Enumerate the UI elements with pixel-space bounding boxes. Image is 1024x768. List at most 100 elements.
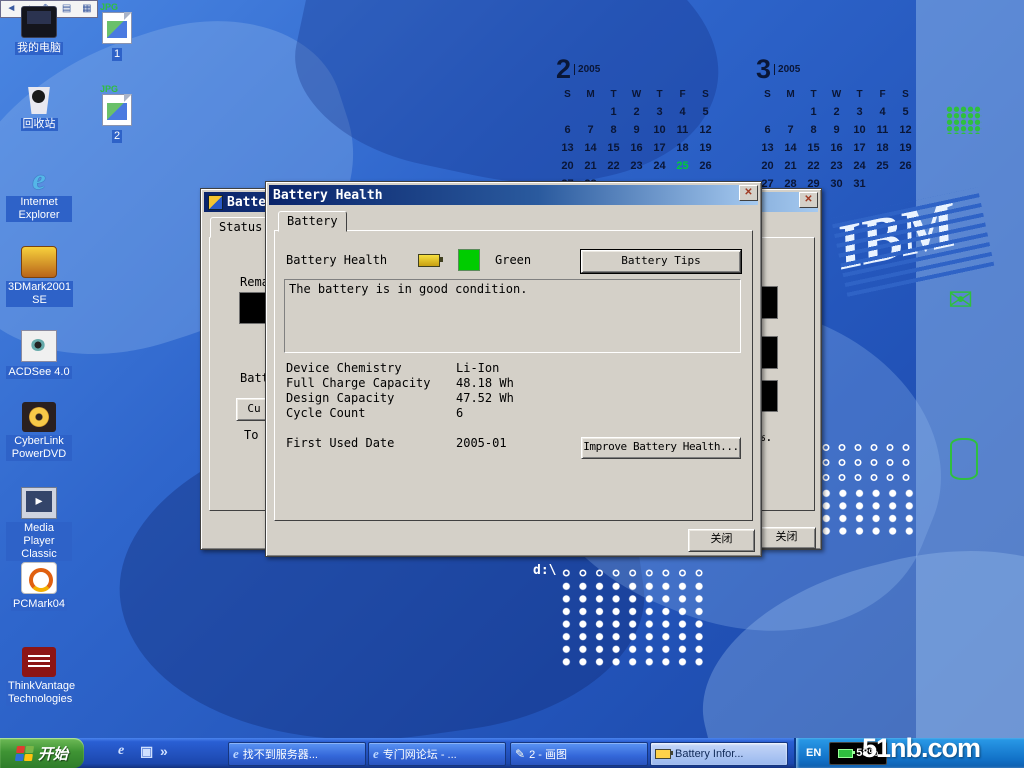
desktop-icon-media-player-classic[interactable]: Media Player Classic	[6, 487, 72, 562]
desktop-icon-label: PCMark04	[11, 598, 67, 611]
battery-icon	[838, 749, 853, 758]
battery-icon	[655, 749, 671, 759]
envelope-icon: ✉	[948, 286, 973, 316]
language-indicator[interactable]: EN	[806, 747, 821, 759]
windows-flag-icon	[15, 746, 34, 761]
desktop-icon-3dmark2001[interactable]: 3DMark2001 SE	[6, 246, 72, 308]
calendar-day: 14	[779, 141, 802, 155]
wallpaper-dot-grid	[818, 440, 914, 485]
calendar-day: 1	[602, 105, 625, 119]
calendar-day: 13	[756, 141, 779, 155]
calendar-day: 17	[648, 141, 671, 155]
field-label: Design Capacity	[286, 391, 394, 405]
desktop-icon-thinkvantage[interactable]: ThinkVantage Technologies	[6, 647, 72, 707]
calendar-day: 7	[579, 123, 602, 137]
close-icon[interactable]	[739, 185, 758, 201]
quicklaunch-overflow-icon[interactable]: »	[160, 743, 168, 759]
calendar-day: 19	[894, 141, 917, 155]
jpg-file-icon	[102, 94, 132, 126]
desktop-icon-acdsee[interactable]: ACDSee 4.0	[6, 330, 72, 380]
watermark: 51nb.com	[862, 733, 980, 764]
desktop-icon-internet-explorer[interactable]: Internet Explorer	[6, 163, 72, 223]
desktop-icon-label: ThinkVantage Technologies	[6, 680, 74, 706]
calendar-day-header: S	[894, 88, 917, 101]
wallpaper-dot-grid	[558, 580, 710, 666]
recycle-bin-icon	[22, 84, 56, 114]
battery-tips-button[interactable]: Battery Tips	[581, 250, 741, 273]
calendar-day: 3	[648, 105, 671, 119]
close-icon[interactable]	[799, 192, 818, 208]
calendar-day: 7	[779, 123, 802, 137]
calendar-day: 15	[602, 141, 625, 155]
calendar-title: 22005	[556, 54, 720, 84]
show-desktop-icon[interactable]: ▣	[140, 743, 153, 760]
calendar-day: 19	[694, 141, 717, 155]
battery-health-dialog[interactable]: Battery Health Battery Battery Health Gr…	[265, 181, 762, 557]
powerdvd-icon	[22, 402, 56, 432]
calendar-day: 20	[756, 159, 779, 173]
calendar-day: 11	[671, 123, 694, 137]
wallpaper-dot-grid	[818, 487, 914, 535]
desktop-icon-label: ACDSee 4.0	[6, 366, 71, 379]
calendar-day: 25	[871, 159, 894, 173]
task-label: Battery Infor...	[675, 748, 743, 760]
taskbar-task-battery-information[interactable]: Battery Infor...	[650, 742, 788, 766]
desktop-icon-file-1[interactable]: JPG 1	[86, 2, 148, 62]
wallpaper-dot-row	[558, 566, 710, 580]
desktop-icon-pcmark04[interactable]: PCMark04	[6, 562, 72, 612]
tab-status[interactable]: Status	[210, 217, 271, 238]
calendar-day: 21	[779, 159, 802, 173]
start-button[interactable]: 开始	[0, 738, 84, 768]
ie-quicklaunch-icon[interactable]: e	[118, 743, 124, 759]
calendar-day-header: T	[648, 88, 671, 101]
desktop-icon-my-computer[interactable]: 我的电脑	[6, 6, 72, 56]
desktop-icon-recycle-bin[interactable]: 回收站	[6, 84, 72, 132]
calendar-day: 9	[625, 123, 648, 137]
calendar-day: 6	[556, 123, 579, 137]
calendar-day: 9	[825, 123, 848, 137]
desktop-icon-powerdvd[interactable]: CyberLink PowerDVD	[6, 402, 72, 462]
acdsee-icon	[21, 330, 57, 362]
taskbar-task-paint[interactable]: 2 - 画图	[510, 742, 648, 766]
wallpaper-right-strip	[916, 0, 1024, 738]
taskbar-task-server-not-found[interactable]: 找不到服务器...	[228, 742, 366, 766]
calendar-day: 8	[602, 123, 625, 137]
calendar-march: 32005 SMTWTFS 12345678910111213141516171…	[756, 54, 920, 192]
close-button[interactable]: 关闭	[757, 527, 816, 549]
internet-explorer-icon	[22, 163, 56, 193]
battery-health-titlebar[interactable]: Battery Health	[269, 185, 758, 205]
calendar-day: 21	[579, 159, 602, 173]
calendar-day: 6	[756, 123, 779, 137]
field-label: First Used Date	[286, 436, 394, 450]
calendar-day: 25	[671, 159, 694, 173]
taskbar-task-forum[interactable]: 专门网论坛 - ...	[368, 742, 506, 766]
calendar-day: 15	[802, 141, 825, 155]
calendar-day: 16	[825, 141, 848, 155]
dialog-title: Battery Health	[273, 188, 383, 203]
calendar-day: 8	[802, 123, 825, 137]
calendar-day: 22	[802, 159, 825, 173]
calendar-day: 5	[694, 105, 717, 119]
calendar-grid: 1234567891011121314151617181920212223242…	[556, 102, 720, 192]
calendar-day: 12	[894, 123, 917, 137]
calendar-day: 4	[871, 105, 894, 119]
tab-battery[interactable]: Battery	[278, 211, 347, 232]
desktop-icon-label: Internet Explorer	[6, 196, 72, 222]
health-color-swatch	[458, 249, 480, 271]
calendar-day: 22	[602, 159, 625, 173]
desktop-icon-file-2[interactable]: JPG 2	[86, 84, 148, 144]
calendar-day: 5	[894, 105, 917, 119]
calendar-day: 12	[694, 123, 717, 137]
improve-battery-health-button[interactable]: Improve Battery Health...	[581, 437, 741, 459]
close-button[interactable]: 关闭	[688, 529, 755, 552]
calendar-month: 2	[556, 54, 571, 84]
calendar-day: 11	[871, 123, 894, 137]
task-label: 找不到服务器...	[243, 746, 318, 762]
field-label: Device Chemistry	[286, 361, 402, 375]
ie-icon	[233, 746, 239, 762]
calendar-day: 10	[848, 123, 871, 137]
desktop-icon-label: CyberLink PowerDVD	[6, 435, 72, 461]
ie-icon	[373, 746, 379, 762]
calendar-day-headers: SMTWTFS	[756, 84, 920, 102]
desktop: IBM ✉ d:\ ◄ ♪ ✎ ▤ ▦ 22005 SMTWTFS 123456…	[0, 0, 1024, 768]
